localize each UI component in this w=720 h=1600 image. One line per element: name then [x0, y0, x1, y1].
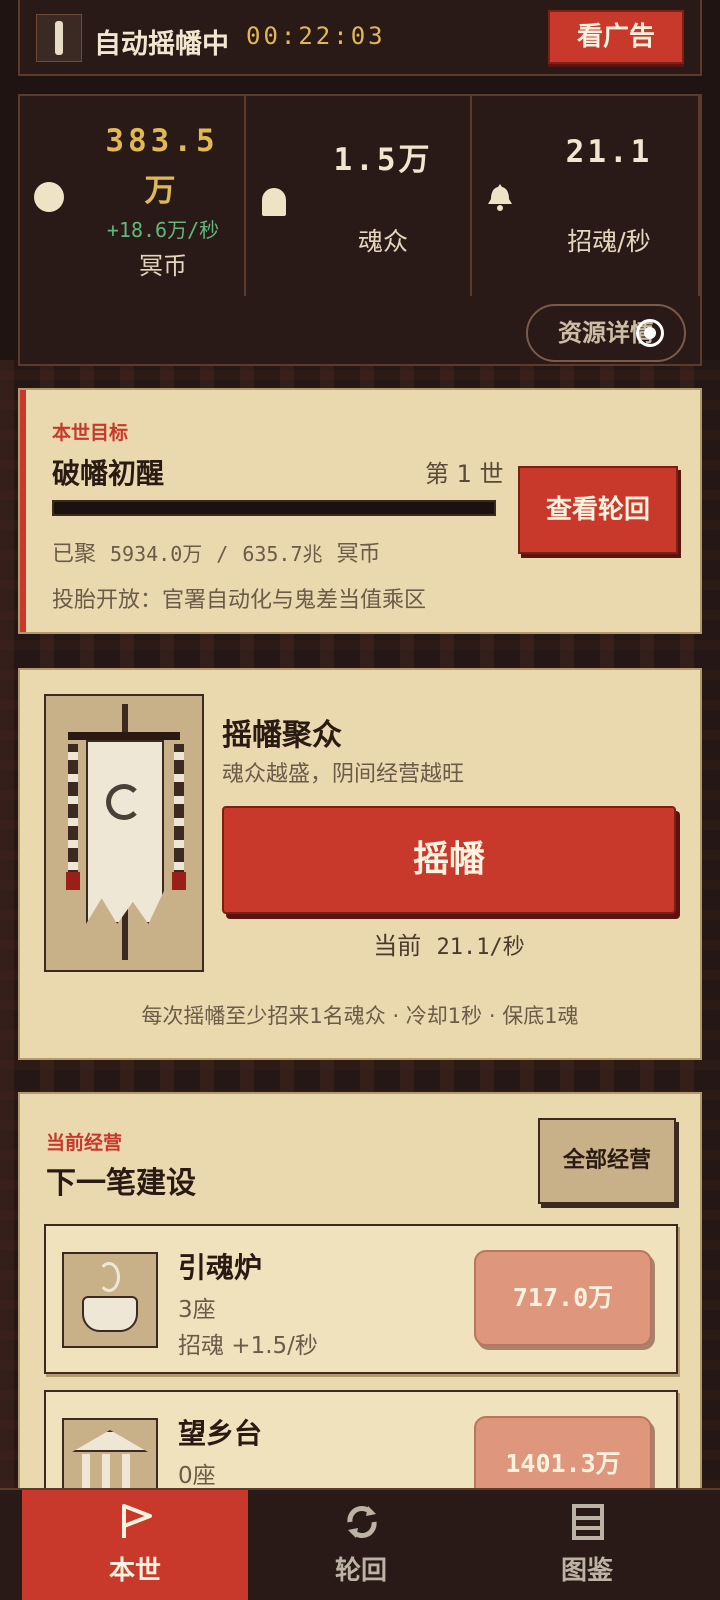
incense-burner-icon [62, 1252, 158, 1348]
building-count: 0座 [178, 1463, 216, 1489]
tab-codex[interactable]: 图鉴 [474, 1490, 700, 1600]
tab-label: 轮回 [334, 1556, 387, 1586]
tab-label: 图鉴 [560, 1556, 613, 1586]
auto-timer: 00:22:03 [246, 22, 386, 50]
summon-rate-value: 21.1 [565, 134, 653, 170]
top-bar: 自动摇幡中 00:22:03 看广告 [18, 0, 702, 76]
souls-value: 1.5万 [333, 142, 433, 178]
flag-icon [122, 1504, 152, 1538]
coin-icon [34, 182, 64, 212]
resource-stats-panel: 383.5 万 +18.6万/秒 冥币 1.5万 魂众 21.1 招魂/秒 资源详… [18, 94, 702, 366]
all-business-button[interactable]: 全部经营 [538, 1118, 676, 1204]
shake-banner-button[interactable]: 摇幡 [222, 806, 676, 914]
generation-goal-panel: 本世目标 破幡初醒 第 1 世 已聚 5934.0万 / 635.7兆 冥币 投… [18, 388, 702, 634]
watch-ad-button[interactable]: 看广告 [548, 10, 684, 64]
building-name: 望乡台 [178, 1417, 263, 1450]
ghost-icon [262, 188, 286, 216]
current-rate-text: 当前 21.1/秒 [373, 932, 525, 960]
building-count: 3座 [178, 1297, 216, 1323]
building-buy-button[interactable]: 717.0万 [474, 1250, 652, 1346]
banner-logo-icon [36, 14, 82, 62]
building-rate: 招魂 +1.5/秒 [178, 1333, 318, 1359]
banner-title: 摇幡聚众 [222, 718, 342, 753]
list-icon [572, 1504, 604, 1540]
resource-detail-button[interactable]: 资源详情 [526, 304, 686, 362]
coins-stat: 383.5 万 +18.6万/秒 冥币 [20, 96, 246, 296]
summon-rate-label: 招魂/秒 [567, 227, 651, 256]
soul-banner-image [44, 694, 204, 972]
build-title: 下一笔建设 [46, 1166, 196, 1201]
banner-subtitle: 魂众越盛，阴间经营越旺 [222, 762, 465, 787]
coins-label: 冥币 [139, 252, 187, 280]
auto-status-title: 自动摇幡中 [94, 29, 229, 60]
build-tag: 当前经营 [46, 1132, 123, 1154]
goal-unlock-text: 投胎开放：官署自动化与鬼差当值乘区 [52, 588, 427, 613]
goal-progress-bar [52, 500, 496, 516]
tab-reincarnation[interactable]: 轮回 [248, 1490, 474, 1600]
building-item: 引魂炉 3座 招魂 +1.5/秒 717.0万 [44, 1224, 678, 1374]
floating-dot-icon[interactable] [636, 319, 664, 347]
goal-name: 破幡初醒 [52, 457, 165, 490]
build-panel: 当前经营 下一笔建设 全部经营 引魂炉 3座 招魂 +1.5/秒 717.0万 … [18, 1092, 702, 1512]
bell-icon [488, 184, 512, 211]
tab-this-life[interactable]: 本世 [22, 1490, 248, 1600]
goal-progress-text: 已聚 5934.0万 / 635.7兆 冥币 [52, 542, 381, 567]
goal-tag: 本世目标 [52, 422, 129, 444]
souls-stat: 1.5万 魂众 [246, 96, 472, 296]
souls-label: 魂众 [357, 227, 408, 256]
shake-banner-panel: 摇幡聚众 魂众越盛，阴间经营越旺 摇幡 当前 21.1/秒 每次摇幡至少招来1名… [18, 668, 702, 1060]
cycle-icon [347, 1506, 377, 1538]
shake-note: 每次摇幡至少招来1名魂众 · 冷却1秒 · 保底1魂 [141, 1004, 579, 1028]
building-name: 引魂炉 [178, 1251, 263, 1284]
summon-rate-stat: 21.1 招魂/秒 [472, 96, 700, 296]
view-reincarnation-button[interactable]: 查看轮回 [518, 466, 678, 554]
bottom-nav: 本世 轮回 图鉴 [0, 1488, 720, 1600]
tab-label: 本世 [108, 1556, 161, 1586]
coins-rate: +18.6万/秒 [106, 218, 220, 242]
coins-value: 383.5 万 [105, 123, 219, 209]
generation-number: 第 1 世 [425, 460, 504, 488]
